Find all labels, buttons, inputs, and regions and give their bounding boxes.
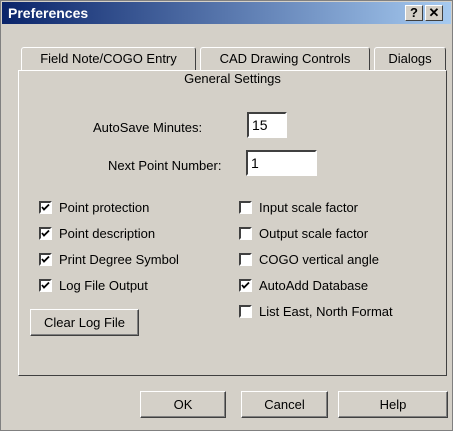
checkbox-label: Output scale factor: [259, 226, 369, 241]
checkbox-checked-icon[interactable]: [39, 279, 52, 292]
ok-button[interactable]: OK: [140, 391, 226, 418]
next-point-number-label: Next Point Number:: [108, 158, 222, 173]
cancel-button[interactable]: Cancel: [241, 391, 328, 418]
next-point-number-input[interactable]: [246, 150, 317, 176]
tab-dialogs[interactable]: Dialogs: [374, 47, 446, 70]
checkbox-unchecked-icon[interactable]: [239, 305, 252, 318]
checkbox-unchecked-icon[interactable]: [239, 201, 252, 214]
close-title-button[interactable]: ✕: [425, 5, 443, 21]
checkbox-checked-icon[interactable]: [39, 201, 52, 214]
checkbox-label: Point description: [59, 226, 156, 241]
checkbox-label: Print Degree Symbol: [59, 252, 179, 267]
checkbox-label: Point protection: [59, 200, 150, 215]
checkbox-label: COGO vertical angle: [259, 252, 379, 267]
checkbox-checked-icon[interactable]: [239, 279, 252, 292]
help-button[interactable]: Help: [338, 391, 448, 418]
autosave-minutes-label: AutoSave Minutes:: [93, 120, 203, 135]
clear-log-file-button[interactable]: Clear Log File: [30, 309, 139, 336]
checkbox-label: Input scale factor: [259, 200, 358, 215]
tab-cad-drawing-controls[interactable]: CAD Drawing Controls: [200, 47, 370, 70]
checkbox-checked-icon[interactable]: [39, 227, 52, 240]
autosave-minutes-input[interactable]: [247, 112, 287, 138]
title-bar[interactable]: Preferences ? ✕: [2, 2, 451, 24]
checkbox-unchecked-icon[interactable]: [239, 227, 252, 240]
checkbox-label: List East, North Format: [259, 304, 393, 319]
checkbox-checked-icon[interactable]: [39, 253, 52, 266]
checkbox-label: AutoAdd Database: [259, 278, 369, 293]
checkbox-unchecked-icon[interactable]: [239, 253, 252, 266]
window-title: Preferences: [8, 5, 89, 21]
checkbox-label: Log File Output: [59, 278, 148, 293]
help-title-button[interactable]: ?: [405, 5, 423, 21]
preferences-dialog: Preferences ? ✕ Field Note/COGO Entry CA…: [0, 0, 453, 431]
tab-field-note-cogo-entry[interactable]: Field Note/COGO Entry: [21, 47, 196, 70]
panel-title: General Settings: [184, 71, 281, 86]
